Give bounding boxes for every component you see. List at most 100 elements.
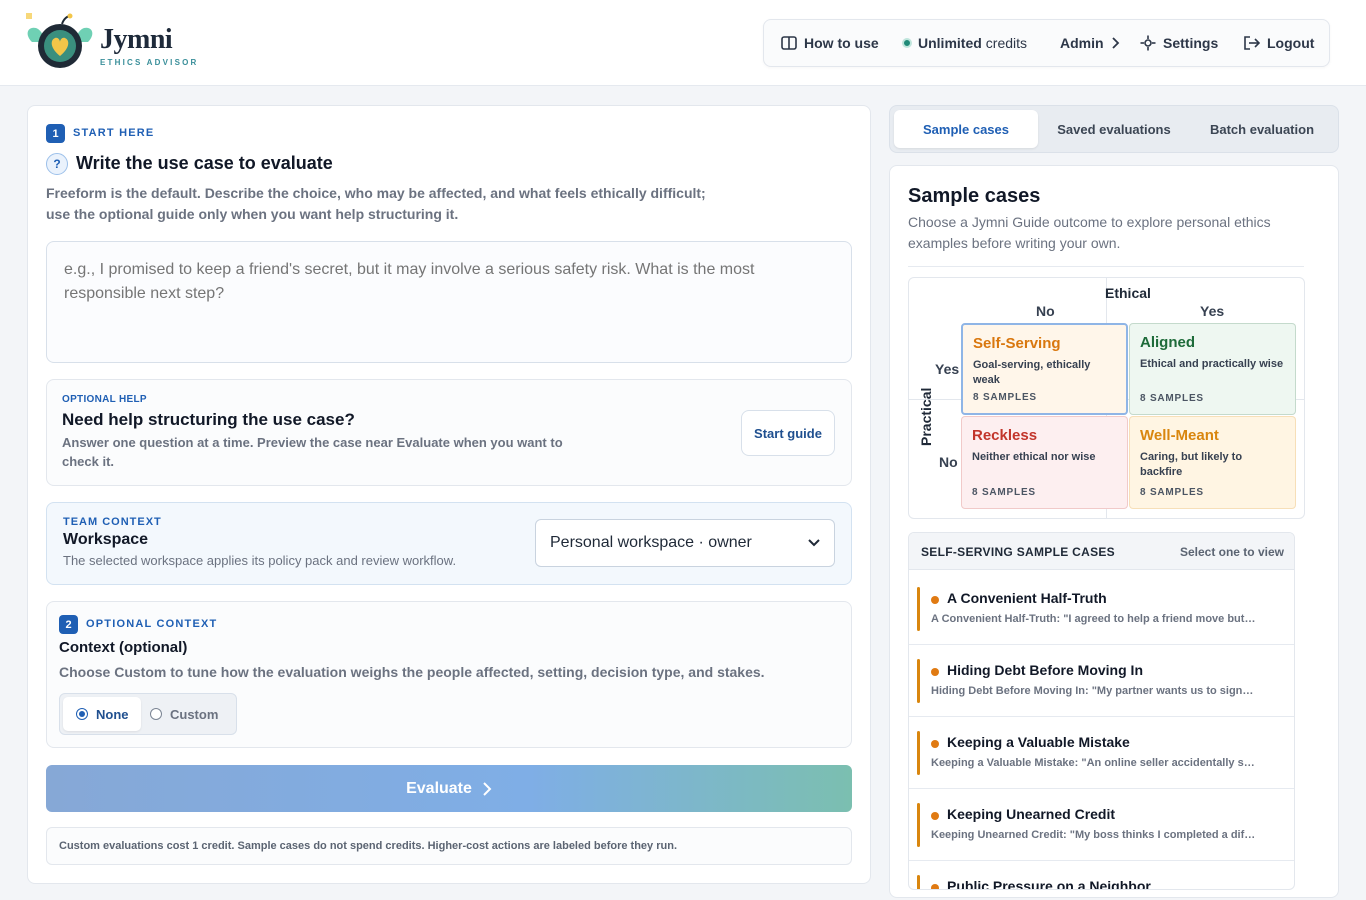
matrix-y-axis-label: Practical xyxy=(918,387,934,446)
brand-tagline: ETHICS ADVISOR xyxy=(100,58,199,67)
step-2-eyebrow: OPTIONAL CONTEXT xyxy=(86,618,218,630)
matrix-y-no-label: No xyxy=(939,454,958,470)
cell-description: Neither ethical nor wise xyxy=(972,451,1096,463)
guide-eyebrow: OPTIONAL HELP xyxy=(62,394,147,405)
cell-description: Caring, but likely to backfire xyxy=(1140,451,1243,478)
evaluate-label: Evaluate xyxy=(406,779,472,797)
cell-count: 8 SAMPLES xyxy=(1140,393,1204,404)
case-snippet: Keeping a Valuable Mistake: "An online s… xyxy=(931,757,1255,769)
use-case-title: Write the use case to evaluate xyxy=(76,153,333,173)
how-to-use-label: How to use xyxy=(804,35,879,51)
matrix-x-axis-label: Ethical xyxy=(1105,285,1151,301)
chevron-right-icon xyxy=(483,781,492,796)
logout-link[interactable]: Logout xyxy=(1244,20,1314,66)
guide-title: Need help structuring the use case? xyxy=(62,410,355,429)
list-item[interactable]: Hiding Debt Before Moving In Hiding Debt… xyxy=(909,645,1294,717)
app-header: Jymni ETHICS ADVISOR How to use Unlimite… xyxy=(0,0,1366,86)
admin-label: Admin xyxy=(1060,35,1104,51)
start-guide-button[interactable]: Start guide xyxy=(741,410,835,456)
step-1-badge: 1 xyxy=(46,124,65,143)
sample-list-hint: Select one to view xyxy=(1179,545,1284,559)
case-dot-icon xyxy=(931,884,939,889)
guide-card: OPTIONAL HELP Need help structuring the … xyxy=(46,379,852,486)
tab-sample-cases[interactable]: Sample cases xyxy=(894,110,1038,148)
settings-icon xyxy=(1140,35,1156,51)
list-item[interactable]: Keeping Unearned Credit Keeping Unearned… xyxy=(909,789,1294,861)
case-dot-icon xyxy=(931,596,939,604)
list-item[interactable]: Keeping a Valuable Mistake Keeping a Val… xyxy=(909,717,1294,789)
case-title: Hiding Debt Before Moving In xyxy=(947,662,1143,678)
help-icon[interactable]: ? xyxy=(46,153,68,175)
context-description: Choose Custom to tune how the evaluation… xyxy=(59,664,765,680)
book-icon xyxy=(781,36,797,50)
evaluate-button[interactable]: Evaluate xyxy=(46,765,852,812)
case-snippet: A Convenient Half-Truth: "I agreed to he… xyxy=(931,613,1256,625)
use-case-panel: 1 START HERE ? Write the use case to eva… xyxy=(27,105,871,884)
context-custom-option[interactable]: Custom xyxy=(150,697,218,731)
case-title: A Convenient Half-Truth xyxy=(947,590,1107,606)
context-title: Context (optional) xyxy=(59,639,188,656)
logout-icon xyxy=(1244,36,1260,50)
cell-name: Well-Meant xyxy=(1140,427,1219,444)
settings-label: Settings xyxy=(1163,35,1219,51)
matrix-cell-aligned[interactable]: Aligned Ethical and practically wise 8 S… xyxy=(1129,323,1296,415)
outcome-matrix: Ethical No Yes Practical Yes No Self-Ser… xyxy=(908,277,1305,519)
tab-batch-evaluation[interactable]: Batch evaluation xyxy=(1188,110,1336,148)
case-accent-bar xyxy=(917,587,920,631)
credits-strong: Unlimited xyxy=(918,35,982,51)
case-dot-icon xyxy=(931,668,939,676)
case-dot-icon xyxy=(931,812,939,820)
top-nav: How to use Unlimited credits Admin Setti… xyxy=(763,19,1330,67)
context-none-label: None xyxy=(96,706,129,722)
chevron-down-icon xyxy=(808,539,820,547)
how-to-use-link[interactable]: How to use xyxy=(781,20,879,66)
matrix-x-no-label: No xyxy=(1036,303,1055,319)
tab-saved-evaluations[interactable]: Saved evaluations xyxy=(1042,110,1186,148)
cell-name: Aligned xyxy=(1140,334,1195,351)
optional-context-card: 2 OPTIONAL CONTEXT Context (optional) Ch… xyxy=(46,601,852,748)
credits-status: Unlimited credits xyxy=(902,20,1027,66)
brand-name: Jymni xyxy=(100,24,173,55)
guide-description: Answer one question at a time. Preview t… xyxy=(62,435,563,469)
matrix-cell-self-serving[interactable]: Self-Serving Goal-serving, ethically wea… xyxy=(961,323,1128,415)
sample-list-title: SELF-SERVING SAMPLE CASES xyxy=(921,545,1115,559)
sample-cases-title: Sample cases xyxy=(908,185,1041,207)
team-context-card: TEAM CONTEXT Workspace The selected work… xyxy=(46,502,852,585)
divider xyxy=(908,266,1304,267)
case-dot-icon xyxy=(931,740,939,748)
use-case-input[interactable] xyxy=(46,241,852,363)
cell-count: 8 SAMPLES xyxy=(1140,487,1204,498)
context-none-option[interactable]: None xyxy=(63,697,141,731)
case-title: Keeping Unearned Credit xyxy=(947,806,1116,822)
case-accent-bar xyxy=(917,803,920,847)
list-item[interactable]: Public Pressure on a Neighbor xyxy=(909,861,1294,890)
list-item[interactable]: A Convenient Half-Truth A Convenient Hal… xyxy=(909,573,1294,645)
radio-selected-icon xyxy=(76,708,88,720)
admin-link[interactable]: Admin xyxy=(1060,20,1120,66)
credits-status-dot xyxy=(902,38,912,48)
settings-link[interactable]: Settings xyxy=(1140,20,1218,66)
step-1-eyebrow: START HERE xyxy=(73,127,155,139)
case-snippet: Keeping Unearned Credit: "My boss thinks… xyxy=(931,829,1256,841)
radio-unselected-icon xyxy=(150,708,162,720)
sample-list-header: SELF-SERVING SAMPLE CASES Select one to … xyxy=(909,533,1294,570)
workspace-description: The selected workspace applies its polic… xyxy=(63,553,457,568)
cell-name: Self-Serving xyxy=(973,335,1061,352)
team-eyebrow: TEAM CONTEXT xyxy=(63,516,162,528)
case-accent-bar xyxy=(917,659,920,703)
credits-note: Custom evaluations cost 1 credit. Sample… xyxy=(46,827,852,865)
matrix-y-yes-label: Yes xyxy=(935,361,960,377)
case-title: Public Pressure on a Neighbor xyxy=(947,878,1151,890)
jymni-logo-icon xyxy=(26,13,93,68)
cell-name: Reckless xyxy=(972,427,1038,444)
chevron-right-icon xyxy=(1111,37,1119,49)
sample-tabs: Sample cases Saved evaluations Batch eva… xyxy=(889,105,1339,153)
workspace-select[interactable]: Personal workspace · owner xyxy=(535,519,835,567)
matrix-x-yes-label: Yes xyxy=(1200,303,1225,319)
case-title: Keeping a Valuable Mistake xyxy=(947,734,1130,750)
workspace-selected-value: Personal workspace · owner xyxy=(550,534,752,551)
credits-rest: credits xyxy=(985,35,1028,51)
matrix-cell-reckless[interactable]: Reckless Neither ethical nor wise 8 SAMP… xyxy=(961,416,1128,509)
matrix-cell-well-meant[interactable]: Well-Meant Caring, but likely to backfir… xyxy=(1129,416,1296,509)
use-case-description: Freeform is the default. Describe the ch… xyxy=(46,185,706,222)
